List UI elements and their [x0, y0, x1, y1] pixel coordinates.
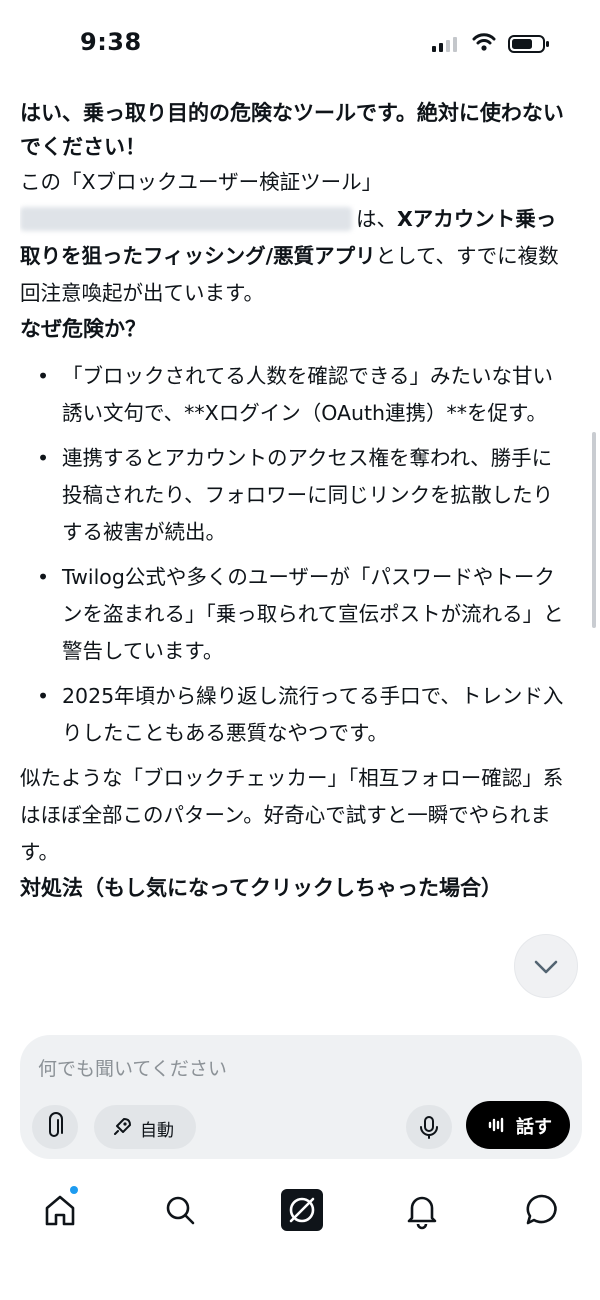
list-item-text: 「ブロックされてる人数を確認できる」みたいな甘い誘い文句で、**Xログイン（OA…	[62, 364, 553, 425]
auto-mode-label: 自動	[140, 1121, 174, 1141]
reason-list: • 「ブロックされてる人数を確認できる」みたいな甘い誘い文句で、**Xログイン（O…	[20, 358, 565, 752]
summary-paragraph: 似たような「ブロックチェッカー」「相互フォロー確認」系はほぼ全部このパターン。好…	[20, 766, 564, 864]
list-item-text: 2025年頃から繰り返し流行ってる手口で、トレンド入りしたこともある悪質なやつで…	[62, 684, 564, 745]
microphone-icon	[420, 1116, 438, 1139]
scrollbar-thumb[interactable]	[592, 432, 596, 628]
speak-label: 話す	[516, 1117, 552, 1138]
home-icon[interactable]	[40, 1190, 80, 1230]
countermeasure-heading: 対処法（もし気になってクリックしちゃった場合）	[20, 876, 502, 900]
speak-button[interactable]: 話す	[466, 1101, 570, 1149]
search-icon[interactable]	[160, 1190, 200, 1230]
bullet-dot: •	[37, 446, 50, 470]
prompt-input[interactable]	[36, 1051, 560, 1087]
microphone-button[interactable]	[406, 1105, 452, 1149]
notification-dot	[70, 1186, 78, 1194]
intro-text-1: この「Xブロックユーザー検証ツール」	[20, 170, 383, 194]
bullet-dot: •	[37, 364, 50, 388]
section-heading: なぜ危険か？	[20, 317, 146, 341]
status-time: 9:38	[80, 28, 142, 56]
soundwave-icon	[488, 1117, 504, 1133]
composer: 自動 話す	[20, 1035, 582, 1159]
intro-paragraph: この「Xブロックユーザー検証ツール」 は、Xアカウント乗っ取りを狙ったフィッシング…	[20, 164, 565, 312]
bullet-dot: •	[37, 565, 50, 589]
status-bar: 9:38	[0, 0, 600, 90]
list-item: • 「ブロックされてる人数を確認できる」みたいな甘い誘い文句で、**Xログイン（O…	[20, 358, 565, 432]
chevron-down-icon	[534, 960, 558, 974]
wifi-icon	[472, 33, 496, 51]
scroll-to-bottom-button[interactable]	[514, 934, 578, 998]
attach-button[interactable]	[32, 1105, 78, 1149]
list-item-text: Twilog公式や多くのユーザーが「パスワードやトークンを盗まれる」「乗っ取られ…	[62, 565, 564, 663]
signal-icon	[432, 34, 462, 52]
paperclip-icon	[49, 1112, 63, 1137]
rocket-icon	[114, 1118, 131, 1135]
battery-icon	[508, 35, 549, 53]
redacted-url	[20, 207, 352, 231]
assistant-message: はい、乗っ取り目的の危険なツールです。絶対に使わないでください！ この「Xブロッ…	[20, 96, 565, 1018]
intro-text-2: は、	[356, 207, 397, 231]
list-item-text: 連携するとアカウントのアクセス権を奪われ、勝手に投稿されたり、フォロワーに同じリ…	[62, 446, 554, 544]
list-item: • Twilog公式や多くのユーザーが「パスワードやトークンを盗まれる」「乗っ取ら…	[20, 559, 565, 670]
bullet-dot: •	[37, 684, 50, 708]
bell-icon[interactable]	[402, 1190, 442, 1230]
grok-icon[interactable]	[280, 1188, 324, 1232]
list-item: • 2025年頃から繰り返し流行ってる手口で、トレンド入りしたこともある悪質なやつ…	[20, 678, 565, 752]
auto-mode-button[interactable]: 自動	[94, 1105, 196, 1149]
bottom-nav	[0, 1180, 600, 1250]
chat-icon[interactable]	[522, 1190, 562, 1230]
message-heading: はい、乗っ取り目的の危険なツールです。絶対に使わないでください！	[20, 101, 564, 159]
list-item: • 連携するとアカウントのアクセス権を奪われ、勝手に投稿されたり、フォロワーに同じ…	[20, 440, 565, 551]
